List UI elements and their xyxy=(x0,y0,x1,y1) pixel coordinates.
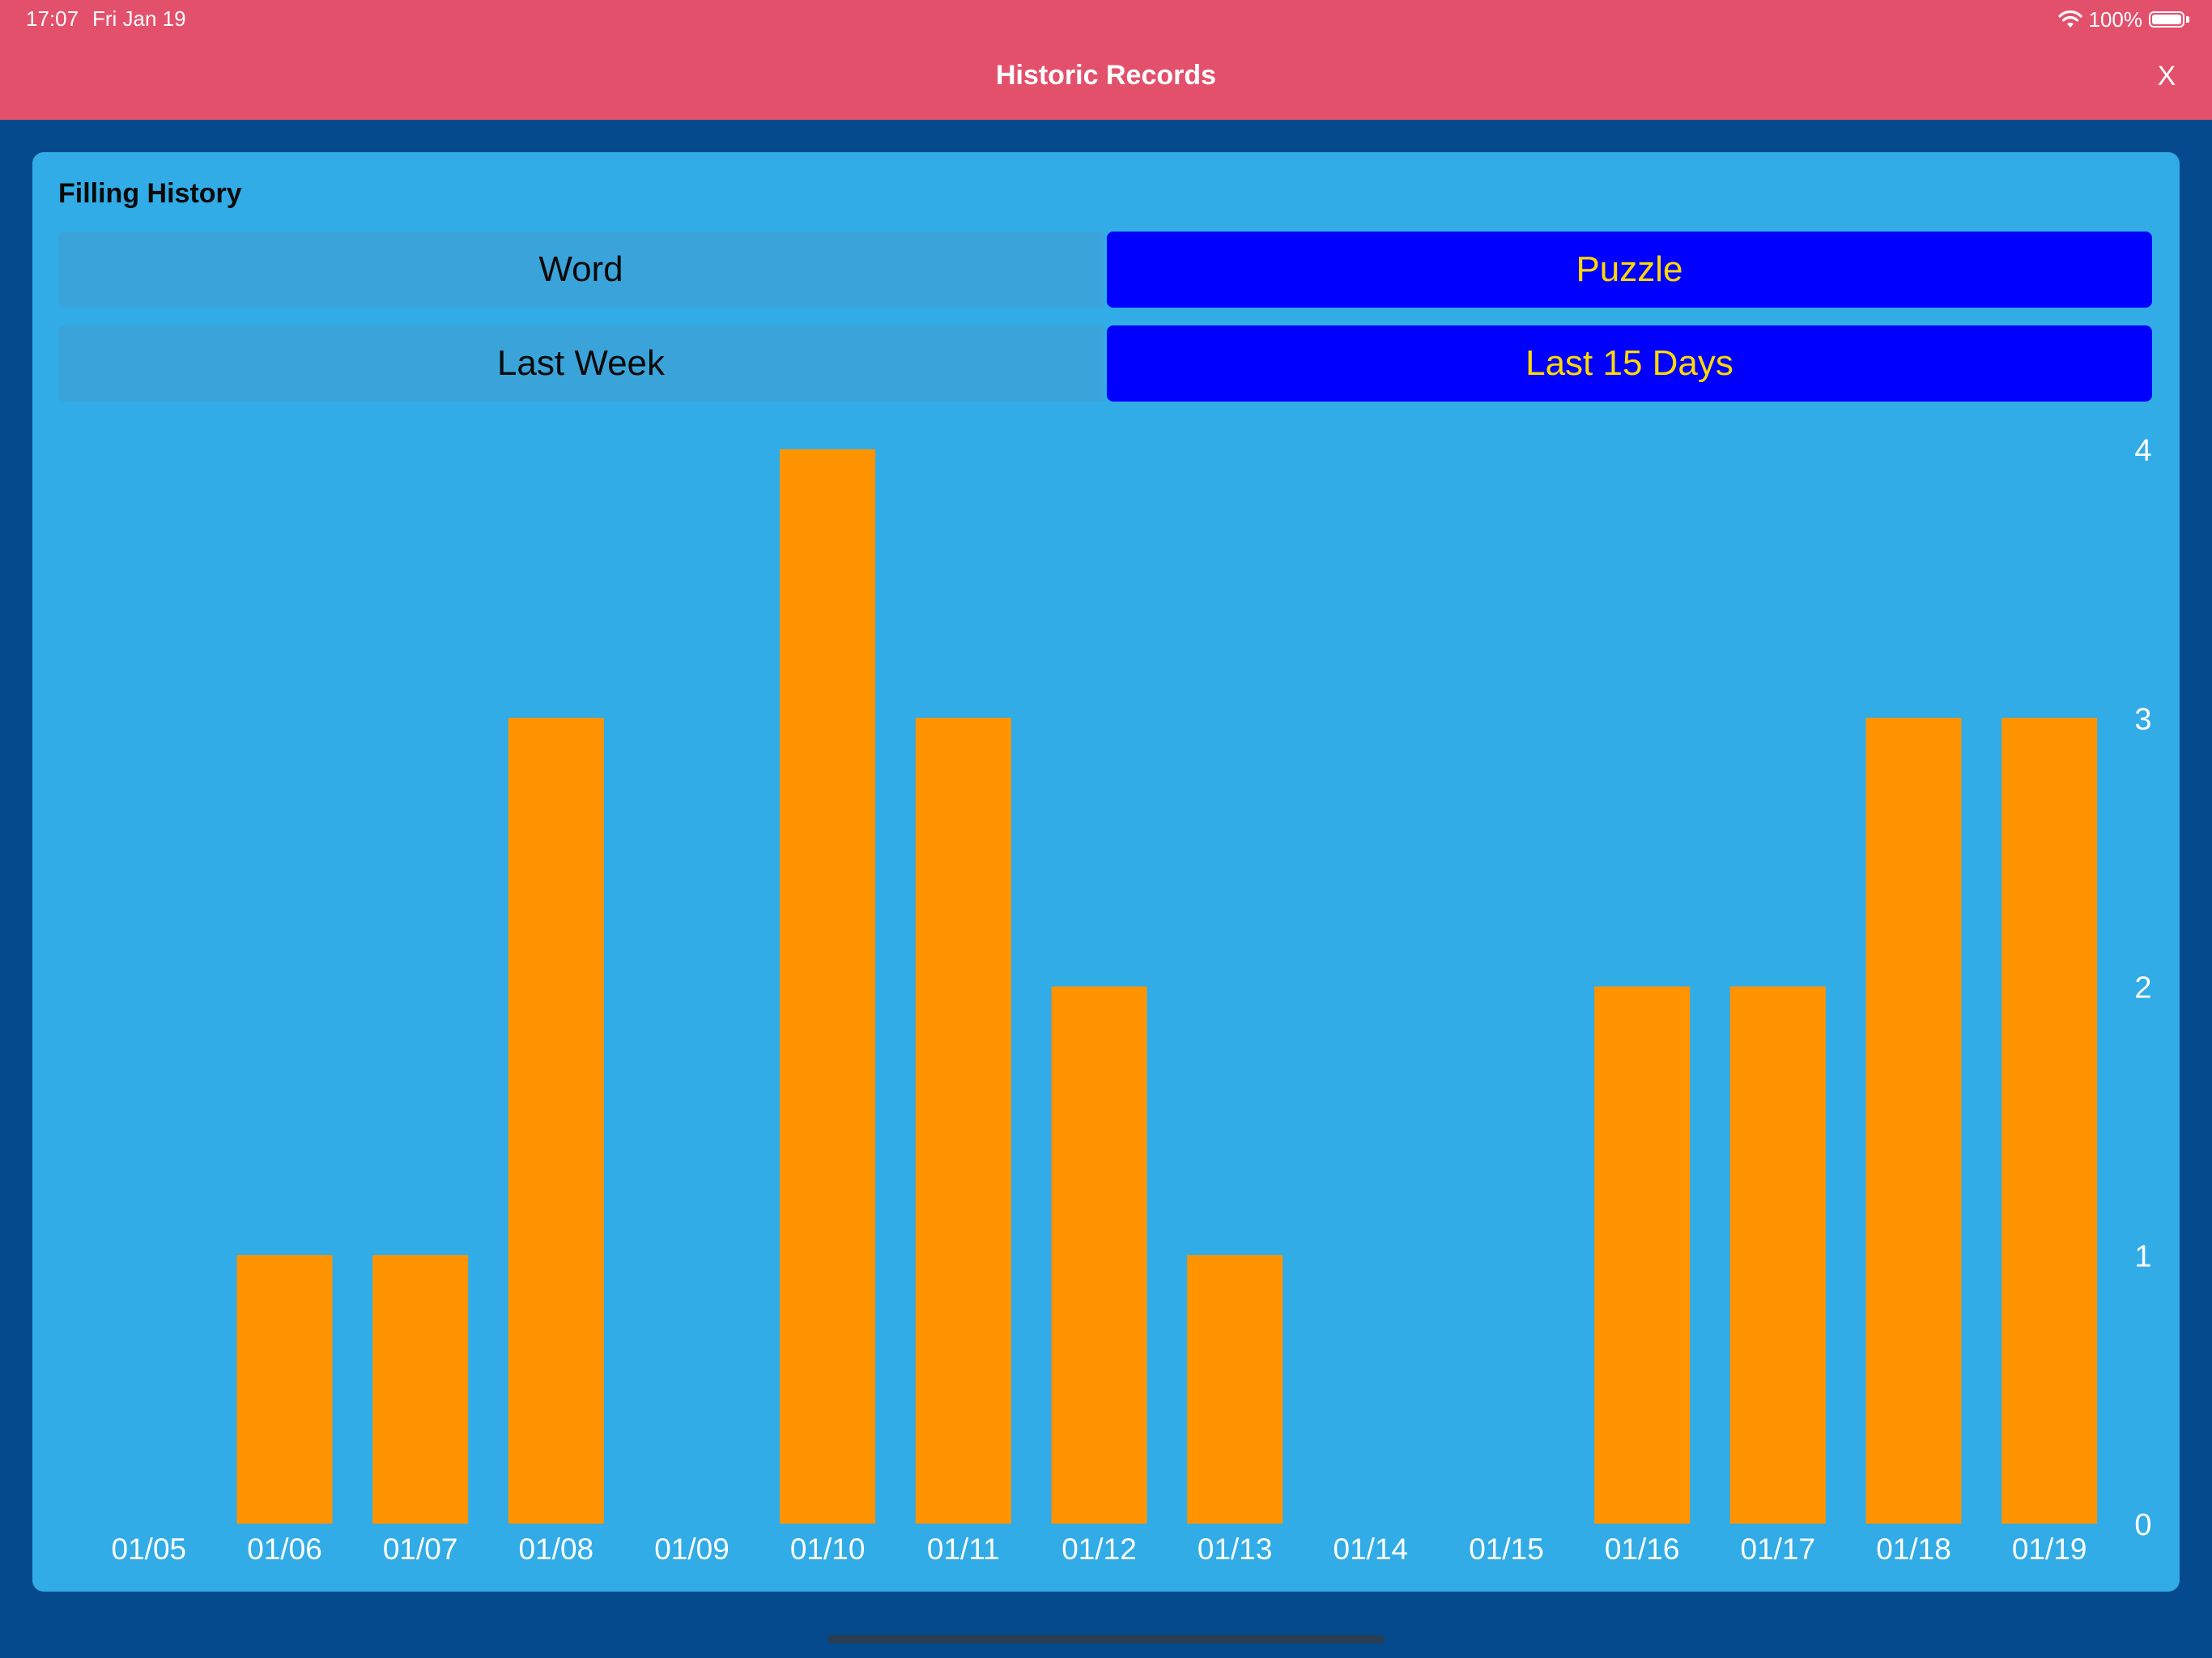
bar-01-12 xyxy=(1051,986,1147,1524)
bar-01-13 xyxy=(1187,1255,1283,1524)
bar-01-19 xyxy=(2001,717,2098,1524)
x-tick-label: 01/15 xyxy=(1469,1533,1544,1566)
home-indicator xyxy=(827,1635,1385,1643)
x-tick-label: 01/10 xyxy=(790,1533,866,1566)
bar-01-06 xyxy=(236,1255,333,1524)
bar-01-18 xyxy=(1865,717,1962,1524)
x-tick-label: 01/13 xyxy=(1197,1533,1273,1566)
y-tick-label: 4 xyxy=(2134,434,2151,468)
y-tick-label: 2 xyxy=(2134,971,2151,1005)
bar-01-10 xyxy=(780,449,876,1524)
filling-history-bar-chart: 01/05 01/06 01/07 01/08 01/09 01/10 01/11 01/12… xyxy=(112,434,2152,1566)
bar-01-17 xyxy=(1729,986,1826,1524)
bar-01-07 xyxy=(372,1255,469,1524)
x-tick-label: 01/18 xyxy=(1876,1533,1951,1566)
x-tick-label: 01/16 xyxy=(1605,1533,1680,1566)
x-tick-label: 01/19 xyxy=(2012,1533,2087,1566)
y-tick-label: 0 xyxy=(2134,1508,2151,1542)
x-tick-label: 01/12 xyxy=(1061,1533,1137,1566)
x-tick-label: 01/05 xyxy=(112,1533,187,1566)
bar-01-08 xyxy=(508,717,604,1524)
x-tick-label: 01/07 xyxy=(383,1533,458,1566)
x-tick-label: 01/14 xyxy=(1334,1533,1409,1566)
x-tick-label: 01/17 xyxy=(1741,1533,1816,1566)
x-tick-label: 01/08 xyxy=(519,1533,594,1566)
x-tick-label: 01/11 xyxy=(927,1533,1000,1566)
y-tick-label: 3 xyxy=(2134,703,2151,737)
y-tick-label: 1 xyxy=(2134,1239,2151,1273)
bar-01-16 xyxy=(1594,986,1691,1524)
x-tick-label: 01/09 xyxy=(654,1533,730,1566)
bar-01-11 xyxy=(915,717,1011,1524)
x-tick-label: 01/06 xyxy=(247,1533,322,1566)
